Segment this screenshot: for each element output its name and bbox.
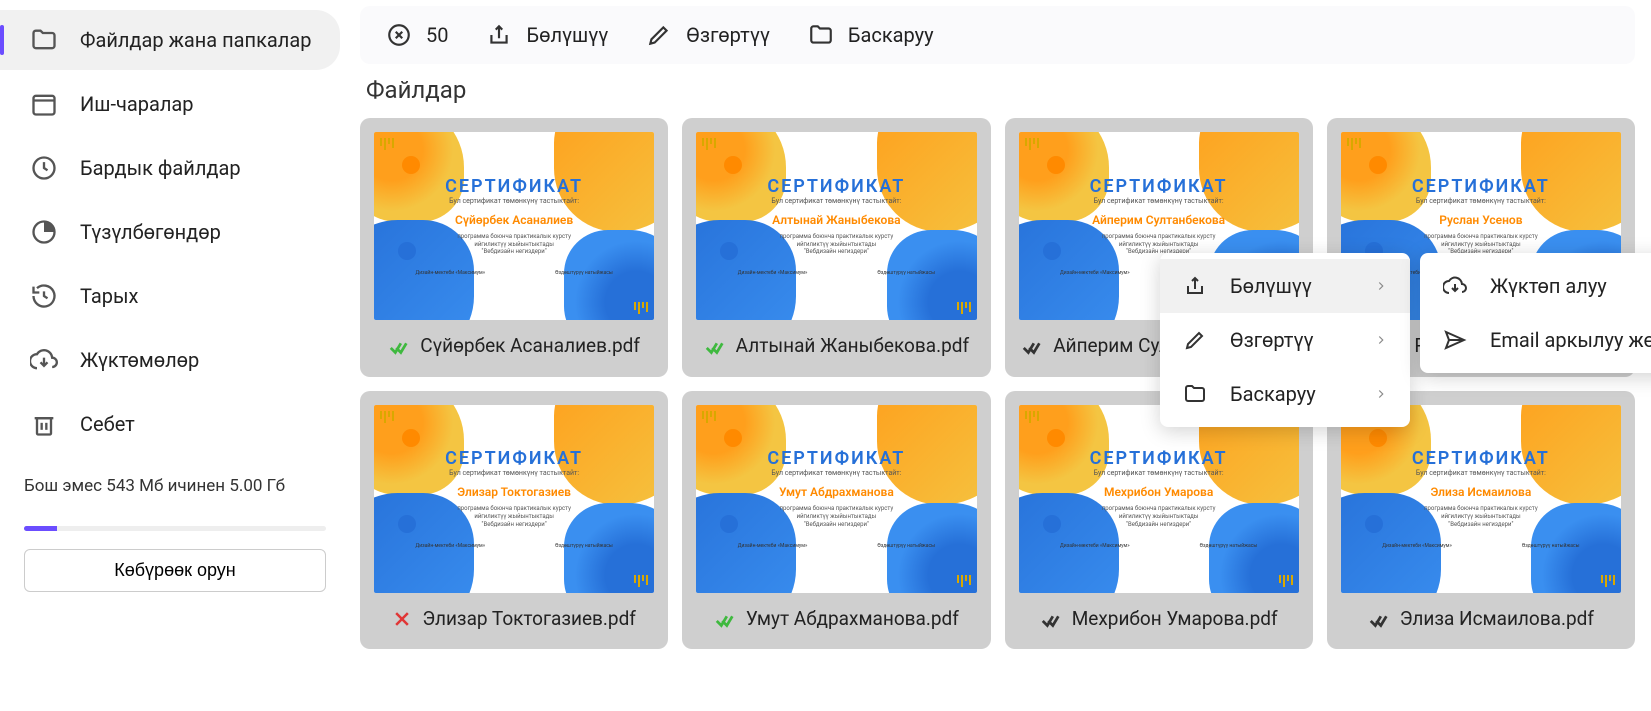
file-thumbnail: СЕРТИФИКАТ Бул сертификат төмөнкүнү таст… [374, 405, 654, 593]
status-icon [714, 609, 736, 631]
file-thumbnail: СЕРТИФИКАТ Бул сертификат төмөнкүнү таст… [374, 132, 654, 320]
status-icon [1368, 609, 1390, 631]
sidebar-item-downloads[interactable]: Жүктөмөлөр [0, 330, 340, 390]
folder-icon [808, 22, 834, 48]
edit-label: Өзгөртүү [686, 23, 770, 47]
file-thumbnail: СЕРТИФИКАТ Бул сертификат төмөнкүнү таст… [696, 405, 976, 593]
sidebar-item-history[interactable]: Тарых [0, 266, 340, 326]
ctx-share-label: Бөлүшүү [1230, 274, 1312, 298]
sidebar-item-files-folders[interactable]: Файлдар жана папкалар [0, 10, 340, 70]
selection-count: 50 [426, 23, 448, 47]
sidebar-item-label: Иш-чаралар [80, 91, 194, 117]
file-caption: Алтынай Жаныбекова.pdf [704, 334, 969, 359]
file-card[interactable]: СЕРТИФИКАТ Бул сертификат төмөнкүнү таст… [360, 391, 668, 650]
storage-text: Бош эмес 543 Мб ичинен 5.00 Гб [0, 476, 350, 496]
file-name: Элизар Токтогазиев.pdf [422, 607, 636, 632]
file-caption: Сүйөрбек Асаналиев.pdf [388, 334, 640, 359]
ctx-edit-label: Өзгөртүү [1230, 328, 1314, 352]
status-icon [1040, 609, 1062, 631]
folder-icon [1182, 381, 1208, 407]
context-menu: Бөлүшүү Өзгөртүү Баскаруу [1160, 253, 1410, 427]
sidebar-item-all-files[interactable]: Бардык файлдар [0, 138, 340, 198]
file-card[interactable]: СЕРТИФИКАТ Бул сертификат төмөнкүнү таст… [682, 118, 990, 377]
file-name: Сүйөрбек Асаналиев.pdf [420, 334, 640, 359]
file-name: Мехрибон Умарова.pdf [1072, 607, 1278, 632]
file-caption: Элизар Токтогазиев.pdf [392, 607, 636, 632]
chart-icon [30, 218, 58, 246]
share-button[interactable]: Бөлүшүү [482, 16, 612, 54]
sidebar: Файлдар жана папкалар Иш-чаралар Бардык … [0, 0, 350, 711]
sidebar-item-label: Бардык файлдар [80, 155, 241, 181]
more-space-button[interactable]: Көбүрөөк орун [24, 549, 326, 592]
file-card[interactable]: СЕРТИФИКАТ Бул сертификат төмөнкүнү таст… [1327, 391, 1635, 650]
chevron-right-icon [1374, 387, 1388, 401]
status-icon [392, 609, 412, 629]
submenu-email[interactable]: Email аркылуу жөнөтүү [1420, 313, 1651, 367]
status-icon [388, 336, 410, 358]
manage-label: Баскаруу [848, 23, 934, 47]
folder-icon [30, 26, 58, 54]
clock-icon [30, 154, 58, 182]
storage-bar [24, 526, 326, 531]
selection-toolbar: 50 Бөлүшүү Өзгөртүү Баскаруу [360, 6, 1635, 64]
ctx-edit[interactable]: Өзгөртүү [1160, 313, 1410, 367]
sidebar-item-not-created[interactable]: Түзүлбөгөндөр [0, 202, 340, 262]
sidebar-item-label: Себет [80, 411, 135, 437]
send-icon [1442, 327, 1468, 353]
pencil-icon [1182, 327, 1208, 353]
file-grid: СЕРТИФИКАТ Бул сертификат төмөнкүнү таст… [360, 118, 1635, 649]
download-cloud-icon [1442, 273, 1468, 299]
pencil-icon [646, 22, 672, 48]
chevron-right-icon [1374, 279, 1388, 293]
ctx-manage[interactable]: Баскаруу [1160, 367, 1410, 421]
ctx-share[interactable]: Бөлүшүү [1160, 259, 1410, 313]
submenu-download[interactable]: Жүктөп алуу [1420, 259, 1651, 313]
file-thumbnail: СЕРТИФИКАТ Бул сертификат төмөнкүнү таст… [696, 132, 976, 320]
file-thumbnail: СЕРТИФИКАТ Бул сертификат төмөнкүнү таст… [1019, 405, 1299, 593]
submenu-download-label: Жүктөп алуу [1490, 274, 1607, 298]
sidebar-item-label: Файлдар жана папкалар [80, 27, 311, 53]
ctx-manage-label: Баскаруу [1230, 382, 1316, 406]
trash-icon [30, 410, 58, 438]
edit-button[interactable]: Өзгөртүү [642, 16, 774, 54]
file-caption: Элиза Исмаилова.pdf [1368, 607, 1594, 632]
status-icon [1021, 336, 1043, 358]
submenu-email-label: Email аркылуу жөнөтүү [1490, 328, 1651, 352]
chevron-right-icon [1374, 333, 1388, 347]
close-circle-icon [386, 22, 412, 48]
file-card[interactable]: СЕРТИФИКАТ Бул сертификат төмөнкүнү таст… [1005, 391, 1313, 650]
share-icon [1182, 273, 1208, 299]
file-name: Алтынай Жаныбекова.pdf [736, 334, 969, 359]
history-icon [30, 282, 58, 310]
file-caption: Умут Абдрахманова.pdf [714, 607, 959, 632]
download-icon [30, 346, 58, 374]
sidebar-item-label: Тарых [80, 283, 138, 309]
status-icon [704, 336, 726, 358]
share-label: Бөлүшүү [526, 23, 608, 47]
file-name: Элиза Исмаилова.pdf [1400, 607, 1594, 632]
sidebar-item-trash[interactable]: Себет [0, 394, 340, 454]
main-content: 50 Бөлүшүү Өзгөртүү Баскаруу [350, 0, 1651, 711]
clear-selection-button[interactable]: 50 [382, 16, 452, 54]
file-caption: Мехрибон Умарова.pdf [1040, 607, 1278, 632]
file-card[interactable]: СЕРТИФИКАТ Бул сертификат төмөнкүнү таст… [682, 391, 990, 650]
file-name: Умут Абдрахманова.pdf [746, 607, 959, 632]
manage-button[interactable]: Баскаруу [804, 16, 938, 54]
section-title: Файлдар [366, 76, 1635, 104]
calendar-icon [30, 90, 58, 118]
file-thumbnail: СЕРТИФИКАТ Бул сертификат төмөнкүнү таст… [1341, 405, 1621, 593]
file-card[interactable]: СЕРТИФИКАТ Бул сертификат төмөнкүнү таст… [360, 118, 668, 377]
sidebar-item-label: Түзүлбөгөндөр [80, 219, 221, 245]
sidebar-item-activities[interactable]: Иш-чаралар [0, 74, 340, 134]
share-submenu: Жүктөп алуу Email аркылуу жөнөтүү [1420, 253, 1651, 373]
sidebar-item-label: Жүктөмөлөр [80, 347, 199, 373]
share-icon [486, 22, 512, 48]
